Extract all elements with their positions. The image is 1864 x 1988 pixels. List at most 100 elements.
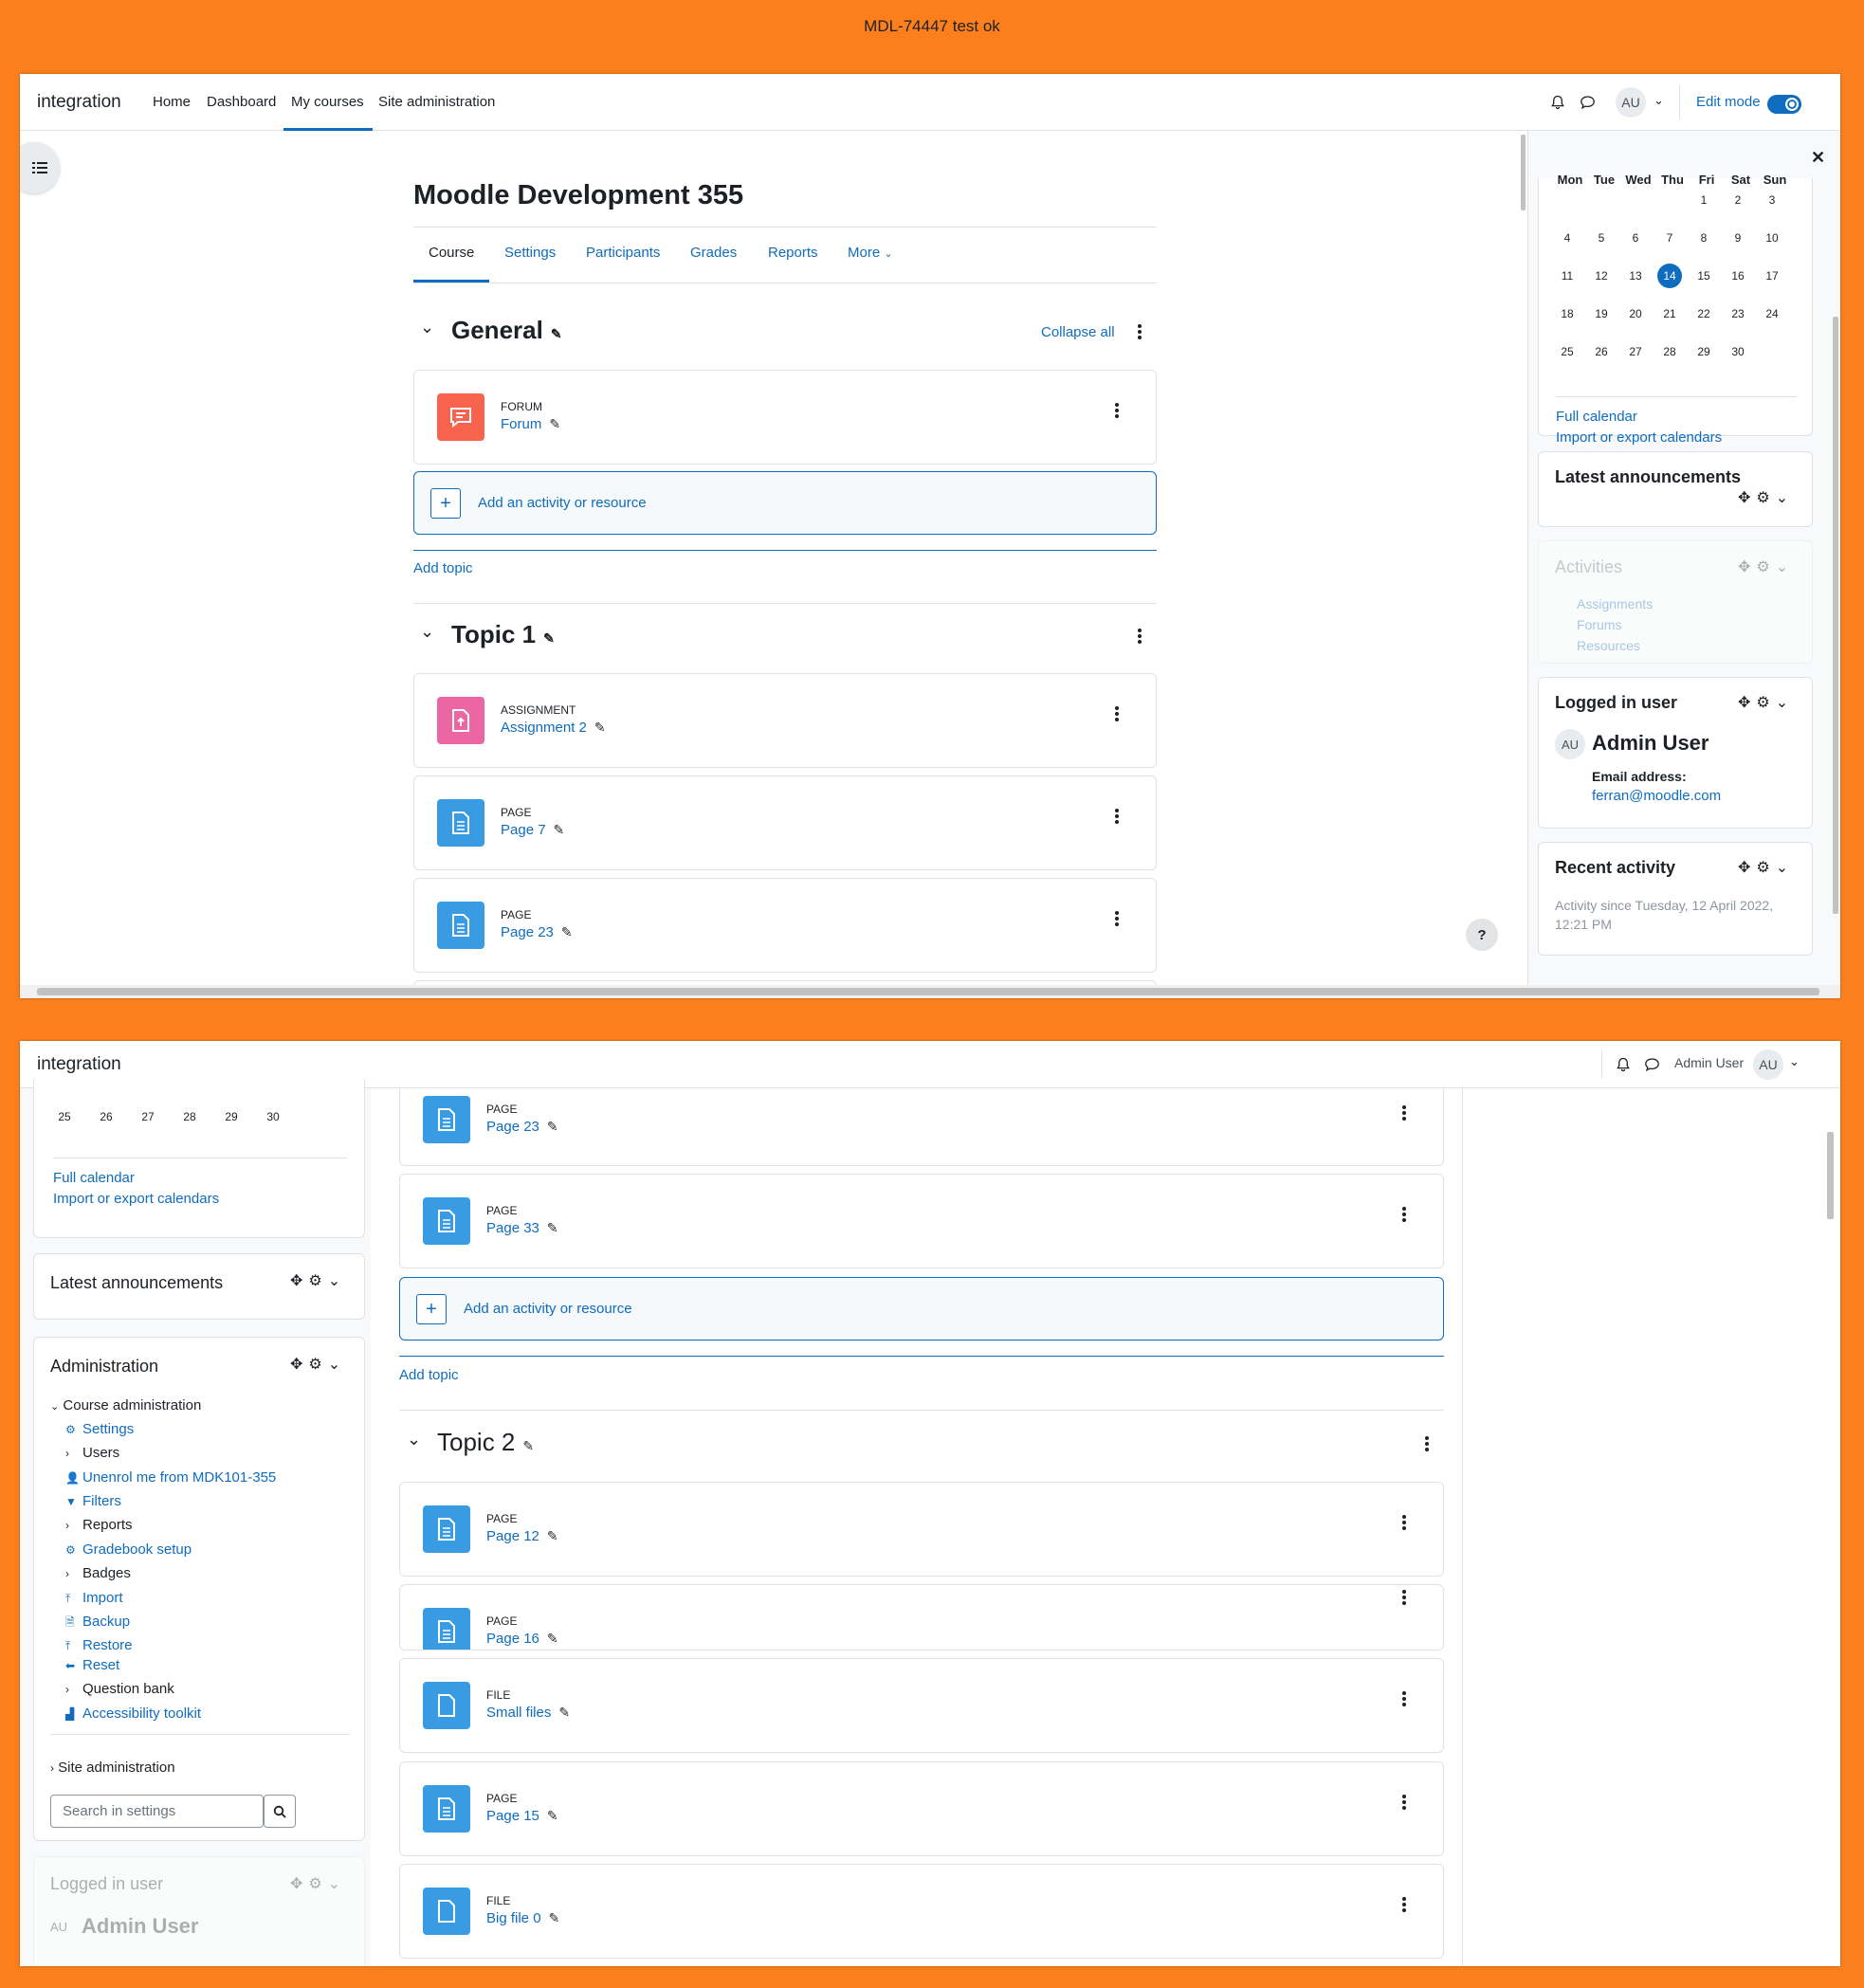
nav-my-courses[interactable]: My courses — [291, 94, 364, 110]
search-settings-input[interactable]: Search in settings — [50, 1795, 264, 1828]
calendar-day-today[interactable]: 14 — [1657, 264, 1682, 288]
bell-icon[interactable] — [1549, 94, 1566, 111]
activity-list-resources[interactable]: Resources — [1577, 638, 1640, 653]
activity-list-forums[interactable]: Forums — [1577, 617, 1621, 632]
user-avatar[interactable]: AU — [1616, 87, 1646, 118]
site-brand[interactable]: integration — [37, 92, 121, 113]
calendar-day[interactable]: 27 — [1624, 345, 1647, 358]
calendar-day[interactable]: 5 — [1590, 231, 1613, 245]
user-full-name[interactable]: Admin User — [82, 1914, 198, 1939]
horizontal-scrollbar[interactable] — [20, 985, 1840, 998]
calendar-day[interactable]: 29 — [1692, 345, 1715, 358]
admin-item-import[interactable]: ⤒ Import — [65, 1590, 123, 1606]
tab-more[interactable]: More ⌄ — [848, 245, 893, 261]
calendar-day[interactable]: 20 — [1624, 307, 1647, 320]
block-controls[interactable]: ✥⚙⌄ — [1738, 858, 1794, 877]
calendar-day[interactable]: 3 — [1761, 193, 1783, 207]
collapse-topic2-chevron-icon[interactable]: ⌄ — [407, 1430, 421, 1450]
activity-link[interactable]: Page 33 ✎ — [486, 1220, 558, 1236]
email-link[interactable]: ferran@moodle.com — [1592, 788, 1721, 804]
tab-course[interactable]: Course — [429, 245, 474, 261]
activity-menu-kebab-icon[interactable] — [1401, 1691, 1407, 1706]
tab-grades[interactable]: Grades — [690, 245, 737, 261]
activity-menu-kebab-icon[interactable] — [1401, 1105, 1407, 1121]
calendar-day[interactable]: 24 — [1761, 307, 1783, 320]
calendar-day[interactable]: 22 — [1692, 307, 1715, 320]
activity-link[interactable]: Page 15 ✎ — [486, 1808, 558, 1824]
activity-menu-kebab-icon[interactable] — [1401, 1795, 1407, 1810]
activity-link[interactable]: Page 23 ✎ — [486, 1119, 558, 1135]
activity-menu-kebab-icon[interactable] — [1401, 1897, 1407, 1912]
tab-reports[interactable]: Reports — [768, 245, 818, 261]
calendar-day[interactable]: 2 — [1727, 193, 1749, 207]
admin-item-reports[interactable]: › Reports — [65, 1517, 133, 1533]
calendar-day[interactable]: 28 — [178, 1110, 201, 1123]
block-controls[interactable]: ✥⚙⌄ — [290, 1874, 346, 1893]
edit-pencil-icon[interactable]: ✎ — [547, 1220, 558, 1236]
edit-pencil-icon[interactable]: ✎ — [547, 1528, 558, 1544]
activity-list-assignments[interactable]: Assignments — [1577, 596, 1653, 611]
chat-icon[interactable] — [1579, 94, 1596, 111]
activity-link[interactable]: Page 16 ✎ — [486, 1631, 558, 1647]
collapse-all-link[interactable]: Collapse all — [1041, 324, 1115, 340]
admin-item-reset[interactable]: ⬅ Reset — [65, 1657, 119, 1673]
edit-pencil-icon[interactable]: ✎ — [547, 1808, 558, 1824]
add-topic-link[interactable]: Add topic — [399, 1367, 459, 1383]
edit-mode-toggle[interactable] — [1767, 95, 1801, 114]
edit-pencil-icon[interactable]: ✎ — [549, 416, 560, 432]
activity-link[interactable]: Page 23 ✎ — [501, 924, 573, 940]
calendar-day[interactable]: 26 — [95, 1110, 118, 1123]
activity-menu-kebab-icon[interactable] — [1114, 403, 1120, 418]
calendar-day[interactable]: 23 — [1727, 307, 1749, 320]
calendar-day[interactable]: 25 — [53, 1110, 76, 1123]
nav-home[interactable]: Home — [153, 94, 191, 110]
horizontal-scroll-thumb[interactable] — [37, 988, 1819, 995]
calendar-day[interactable]: 18 — [1556, 307, 1579, 320]
activity-menu-kebab-icon[interactable] — [1401, 1207, 1407, 1222]
section-menu-kebab-icon[interactable] — [1137, 324, 1142, 339]
edit-pencil-icon[interactable]: ✎ — [549, 1910, 560, 1926]
block-controls[interactable]: ✥⚙⌄ — [290, 1355, 346, 1374]
section-menu-kebab-icon[interactable] — [1424, 1436, 1430, 1451]
user-name[interactable]: Admin User — [1674, 1055, 1744, 1070]
calendar-day[interactable]: 13 — [1624, 269, 1647, 283]
activity-menu-kebab-icon[interactable] — [1401, 1590, 1407, 1605]
admin-item-accessibility-toolkit[interactable]: ▟ Accessibility toolkit — [65, 1705, 201, 1722]
edit-pencil-icon[interactable]: ✎ — [522, 1438, 534, 1454]
calendar-day[interactable]: 7 — [1658, 231, 1681, 245]
activity-link[interactable]: Page 7 ✎ — [501, 822, 564, 838]
block-controls[interactable]: ✥⚙⌄ — [1738, 557, 1794, 576]
user-menu-chevron-icon[interactable]: ⌄ — [1654, 93, 1664, 108]
admin-item-filters[interactable]: ▼ Filters — [65, 1493, 121, 1509]
calendar-day[interactable]: 30 — [1727, 345, 1749, 358]
admin-item-badges[interactable]: › Badges — [65, 1565, 131, 1581]
admin-item-restore[interactable]: ⤒ Restore — [65, 1637, 133, 1653]
collapse-topic1-chevron-icon[interactable]: ⌄ — [420, 622, 434, 642]
activity-menu-kebab-icon[interactable] — [1114, 911, 1120, 926]
admin-item-users[interactable]: › Users — [65, 1445, 119, 1461]
block-controls[interactable]: ✥⚙⌄ — [1738, 693, 1794, 712]
calendar-day[interactable]: 4 — [1556, 231, 1579, 245]
page-scrollbar[interactable] — [1827, 1132, 1834, 1219]
edit-pencil-icon[interactable]: ✎ — [551, 326, 562, 342]
search-settings-button[interactable] — [264, 1795, 296, 1828]
main-scrollbar[interactable] — [1521, 135, 1526, 210]
tab-participants[interactable]: Participants — [586, 245, 660, 261]
help-button[interactable]: ? — [1466, 919, 1498, 951]
edit-pencil-icon[interactable]: ✎ — [558, 1705, 570, 1721]
activity-link[interactable]: Forum ✎ — [501, 416, 560, 432]
full-calendar-link[interactable]: Full calendar — [53, 1170, 135, 1186]
calendar-day[interactable]: 30 — [262, 1110, 284, 1123]
activity-menu-kebab-icon[interactable] — [1114, 706, 1120, 721]
edit-pencil-icon[interactable]: ✎ — [594, 720, 606, 736]
activity-menu-kebab-icon[interactable] — [1401, 1515, 1407, 1530]
import-export-calendars-link[interactable]: Import or export calendars — [1556, 429, 1722, 446]
calendar-day[interactable]: 29 — [220, 1110, 243, 1123]
calendar-day[interactable]: 16 — [1727, 269, 1749, 283]
edit-pencil-icon[interactable]: ✎ — [561, 924, 573, 940]
admin-item-settings[interactable]: ⚙ Settings — [65, 1421, 134, 1437]
activity-menu-kebab-icon[interactable] — [1114, 809, 1120, 824]
close-drawer-icon[interactable]: ✕ — [1811, 148, 1825, 168]
activity-link[interactable]: Page 12 ✎ — [486, 1528, 558, 1544]
add-activity-button[interactable]: + Add an activity or resource — [413, 471, 1157, 535]
